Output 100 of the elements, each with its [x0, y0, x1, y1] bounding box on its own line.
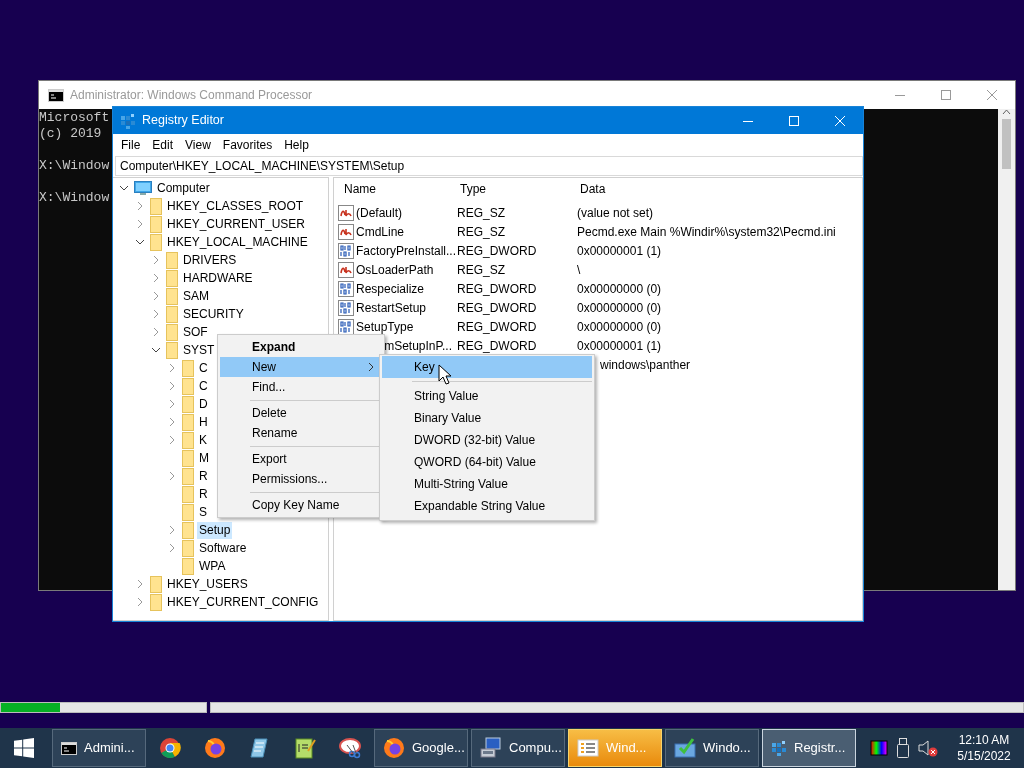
console-line: X:\Window [39, 190, 110, 206]
tree-item[interactable]: HKEY_CLASSES_ROOT [165, 197, 306, 215]
tree-item[interactable]: Computer [155, 179, 212, 197]
menu-item[interactable]: Find... [220, 377, 382, 397]
menu-item[interactable]: String Value [382, 385, 592, 407]
collapse-icon[interactable] [119, 185, 129, 191]
tree-item[interactable]: SECURITY [181, 305, 246, 323]
menu-item[interactable]: Export [220, 449, 382, 469]
tree-item[interactable]: SAM [181, 287, 211, 305]
menu-item[interactable]: Help [278, 136, 315, 154]
menu-item[interactable]: New [220, 357, 382, 377]
tree-item[interactable]: HKEY_LOCAL_MACHINE [165, 233, 310, 251]
menu-item[interactable]: Edit [146, 136, 180, 154]
usb-drive-icon[interactable] [896, 738, 910, 758]
notepad-icon[interactable] [249, 737, 271, 759]
tree-item[interactable]: HKEY_CURRENT_USER [165, 215, 308, 233]
value-name[interactable]: OsLoaderPath [356, 260, 434, 279]
scrollbar[interactable] [998, 109, 1015, 590]
tree-item[interactable]: WPA [197, 557, 228, 575]
expand-icon[interactable] [137, 579, 143, 589]
expand-icon[interactable] [153, 273, 159, 283]
tree-item[interactable]: R [197, 467, 210, 485]
value-name[interactable]: mSetupInP... [384, 336, 452, 355]
value-name[interactable]: Respecialize [356, 279, 425, 298]
value-name[interactable]: CmdLine [356, 222, 405, 241]
column-header[interactable]: Type [454, 182, 486, 196]
taskbar-button[interactable]: Registr... [762, 729, 856, 767]
menu-item[interactable]: Binary Value [382, 407, 592, 429]
menu-item[interactable]: View [179, 136, 217, 154]
expand-icon[interactable] [169, 525, 175, 535]
address-bar[interactable]: Computer\HKEY_LOCAL_MACHINE\SYSTEM\Setup [115, 156, 863, 176]
expand-icon[interactable] [153, 327, 159, 337]
menu-item[interactable]: QWORD (64-bit) Value [382, 451, 592, 473]
tree-item[interactable]: D [197, 395, 210, 413]
taskbar-button[interactable]: Google... [374, 729, 468, 767]
tree-item[interactable]: SOF [181, 323, 210, 341]
text-editor-icon[interactable] [294, 737, 316, 759]
muted-speaker-icon[interactable] [918, 739, 938, 757]
tree-item[interactable]: HKEY_USERS [165, 575, 250, 593]
console-line: X:\Window [39, 158, 110, 174]
console-line: (c) 2019 [39, 126, 102, 142]
browser-icon[interactable] [159, 737, 181, 759]
maximize-icon[interactable] [941, 90, 951, 100]
expand-icon[interactable] [153, 291, 159, 301]
expand-icon[interactable] [169, 543, 175, 553]
tree-item[interactable]: C [197, 359, 210, 377]
expand-icon[interactable] [169, 381, 175, 391]
scrollbar-thumb[interactable] [1002, 119, 1011, 169]
tree-item[interactable]: SYST [181, 341, 217, 359]
value-name[interactable]: (Default) [356, 203, 402, 222]
tree-item[interactable]: H [197, 413, 210, 431]
value-name[interactable]: FactoryPreInstall... [356, 241, 457, 260]
menu-item[interactable]: File [115, 136, 147, 154]
expand-icon[interactable] [137, 219, 143, 229]
menu-item[interactable]: Multi-String Value [382, 473, 592, 495]
tree-item[interactable]: Setup [197, 521, 233, 539]
menu-item[interactable]: Delete [220, 403, 382, 423]
taskbar-button[interactable]: Admini... [52, 729, 146, 767]
tree-item[interactable]: DRIVERS [181, 251, 239, 269]
expand-icon[interactable] [153, 309, 159, 319]
color-display-icon[interactable] [870, 740, 888, 756]
tree-item[interactable]: S [197, 503, 209, 521]
column-header[interactable]: Data [574, 182, 606, 196]
tree-item[interactable]: Software [197, 539, 249, 557]
menu-item[interactable]: Favorites [216, 136, 279, 154]
menu-item[interactable]: Copy Key Name [220, 495, 382, 515]
clock[interactable]: 12:10 AM 5/15/2022 [952, 732, 1016, 764]
expand-icon[interactable] [137, 597, 143, 607]
menu-item[interactable]: Rename [220, 423, 382, 443]
tree-item[interactable]: R [197, 485, 210, 503]
scissors-icon[interactable] [339, 737, 361, 759]
fox-browser-icon[interactable] [204, 737, 226, 759]
taskbar-button[interactable]: Compu... [471, 729, 565, 767]
menu-item[interactable]: Expand [220, 337, 382, 357]
menu-item[interactable]: Key [382, 356, 592, 378]
tree-item[interactable]: C [197, 377, 210, 395]
expand-icon[interactable] [169, 435, 175, 445]
menu-item[interactable]: DWORD (32-bit) Value [382, 429, 592, 451]
close-icon[interactable] [987, 90, 997, 100]
column-header[interactable]: Name [338, 182, 376, 196]
expand-icon[interactable] [169, 399, 175, 409]
expand-icon[interactable] [137, 201, 143, 211]
value-name[interactable]: SetupType [356, 317, 414, 336]
expand-icon[interactable] [169, 363, 175, 373]
tree-item[interactable]: HKEY_CURRENT_CONFIG [165, 593, 321, 611]
value-name[interactable]: RestartSetup [356, 298, 427, 317]
collapse-icon[interactable] [135, 239, 145, 245]
taskbar-button[interactable]: Windo... [665, 729, 759, 767]
tree-item[interactable]: M [197, 449, 211, 467]
tree-item[interactable]: HARDWARE [181, 269, 255, 287]
folder-icon [182, 413, 194, 431]
start-icon[interactable] [14, 738, 34, 758]
expand-icon[interactable] [169, 471, 175, 481]
menu-item[interactable]: Permissions... [220, 469, 382, 489]
tree-item[interactable]: K [197, 431, 209, 449]
expand-icon[interactable] [153, 255, 159, 265]
menu-item[interactable]: Expandable String Value [382, 495, 592, 517]
scroll-up-icon[interactable] [1002, 109, 1011, 115]
expand-icon[interactable] [169, 417, 175, 427]
collapse-icon[interactable] [151, 347, 161, 353]
